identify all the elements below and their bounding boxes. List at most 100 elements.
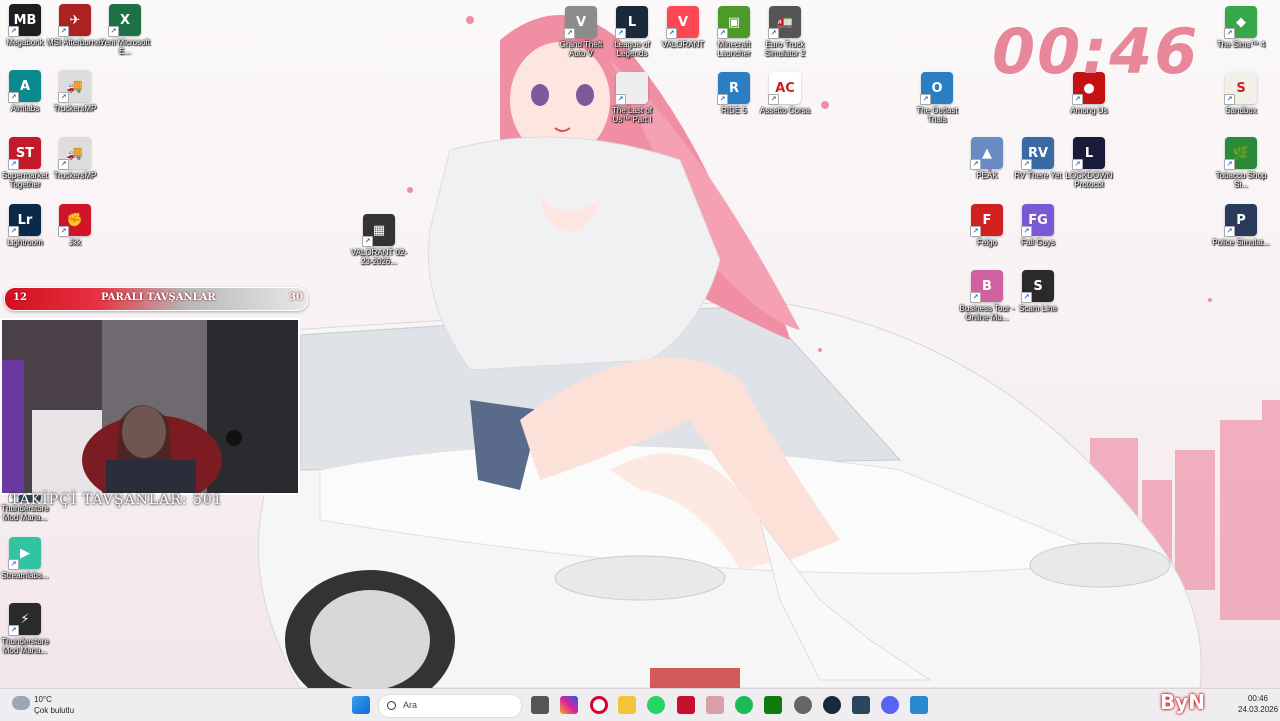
steam-icon[interactable] — [823, 696, 841, 714]
business-tour-icon: B ↗ — [970, 270, 1003, 303]
shortcut-arrow-icon: ↗ — [108, 26, 119, 37]
gta5-glyph: V — [575, 14, 587, 30]
streamlabs-icon: ▶ ↗ — [8, 537, 41, 570]
desktop-icon-assetto[interactable]: AC ↗ Assetto Corsa — [756, 72, 814, 115]
desktop-icon-label: VALORANT — [661, 40, 705, 49]
desktop-icon-sims4[interactable]: ◆ ↗ The Sims™ 4 — [1212, 6, 1270, 49]
weather-widget[interactable]: 10°C Çok bulutlu — [10, 693, 100, 717]
shortcut-arrow-icon: ↗ — [1021, 159, 1032, 170]
desktop-icon-label: PEAK — [976, 171, 998, 180]
desktop-icon-tobacco[interactable]: 🌿 ↗ Tobacco Shop Si... — [1212, 137, 1270, 189]
desktop-icon-excel[interactable]: X ↗ Yeni Microsoft E... — [96, 4, 154, 56]
desktop-icon-trucker-mp-2[interactable]: 🚚 ↗ TruckersMP — [46, 137, 104, 180]
desktop-icon-minecraft[interactable]: ▣ ↗ Minecraft Launcher — [705, 6, 763, 58]
weather-desc: Çok bulutlu — [34, 706, 75, 715]
desktop-icon-ets2[interactable]: 🚛 ↗ Euro Truck Simulator 2 — [756, 6, 814, 58]
valorant-icon: V ↗ — [666, 6, 699, 39]
peak-glyph: ▲ — [982, 145, 992, 161]
desktop-icon-trucker-mp-1[interactable]: 🚚 ↗ TruckersMP — [46, 70, 104, 113]
desktop-icon-fall-guys[interactable]: FG ↗ Fall Guys — [1009, 204, 1067, 247]
felgo-icon: F ↗ — [970, 204, 1003, 237]
desktop-icon-sandbox[interactable]: S ↗ Sandbox — [1212, 72, 1270, 115]
tray-clock[interactable]: 00:46 24.03.2026 — [1238, 693, 1278, 715]
file-explorer-icon[interactable] — [618, 696, 636, 714]
thunderstore-2-glyph: ⚡ — [20, 611, 30, 627]
desktop-icon-felgo[interactable]: F ↗ Felgo — [958, 204, 1016, 247]
desktop-icon-label: RV There Yet — [1014, 171, 1062, 180]
shortcut-arrow-icon: ↗ — [717, 28, 728, 39]
ride5-glyph: R — [728, 80, 739, 96]
desktop-icon-peak[interactable]: ▲ ↗ PEAK — [958, 137, 1016, 180]
windows-start-button[interactable] — [352, 696, 370, 714]
shortcut-arrow-icon: ↗ — [8, 559, 19, 570]
desktop-icon-scam-line[interactable]: S ↗ Scam Line — [1009, 270, 1067, 313]
tray-time: 00:46 — [1247, 694, 1269, 703]
desktop-icon-streamlabs[interactable]: ▶ ↗ Streamlabs... — [0, 537, 54, 580]
task-view-button[interactable] — [531, 696, 549, 714]
photo-editor-icon[interactable] — [910, 696, 928, 714]
thunderstore-2-icon: ⚡ ↗ — [8, 603, 41, 636]
taskbar: 10°C Çok bulutlu Ara 00:46 24.03.2026 — [0, 688, 1280, 721]
search-placeholder: Ara — [403, 700, 418, 710]
lockdown-glyph: L — [1084, 145, 1094, 161]
lightroom-icon: Lr ↗ — [8, 204, 41, 237]
peak-icon: ▲ ↗ — [970, 137, 1003, 170]
spotify-icon[interactable] — [735, 696, 753, 714]
shortcut-arrow-icon: ↗ — [1224, 94, 1235, 105]
ride5-icon: R ↗ — [717, 72, 750, 105]
desktop-icon-lol[interactable]: L ↗ League of Legends — [603, 6, 661, 58]
desktop-icon-jkk[interactable]: ✊ ↗ Jkk — [46, 204, 104, 247]
whatsapp-icon[interactable] — [647, 696, 665, 714]
opera-icon[interactable] — [590, 696, 608, 714]
desktop-icon-label: TruckersMP — [53, 171, 97, 180]
shortcut-arrow-icon: ↗ — [8, 625, 19, 636]
shortcut-arrow-icon: ↗ — [970, 159, 981, 170]
desktop-icon-thunderstore-2[interactable]: ⚡ ↗ Thunderstore Mod Mana... — [0, 603, 54, 655]
search-box[interactable]: Ara — [378, 694, 522, 718]
desktop-icon-label: The Sims™ 4 — [1216, 40, 1266, 49]
shortcut-arrow-icon: ↗ — [615, 28, 626, 39]
police-sim-glyph: P — [1236, 212, 1246, 228]
desktop-icon-label: LOCKDOWN Protocol — [1065, 171, 1113, 189]
aimlab-glyph: A — [19, 78, 31, 94]
instagram-icon[interactable] — [560, 696, 578, 714]
rv-there-icon: RV ↗ — [1021, 137, 1054, 170]
last-of-us-icon: ↗ — [615, 72, 648, 105]
trucker-mp-2-glyph: 🚚 — [66, 145, 84, 161]
desktop-icon-last-of-us[interactable]: ↗ The Last of Us™ Part I — [603, 72, 661, 124]
trucker-mp-1-icon: 🚚 ↗ — [58, 70, 91, 103]
desktop-icon-gta5[interactable]: V ↗ Grand Theft Auto V — [552, 6, 610, 58]
valorant-video-icon: ▦ ↗ — [362, 214, 395, 247]
jkk-glyph: ✊ — [66, 212, 84, 228]
desktop-icon-police-sim[interactable]: P ↗ Police Simulat... — [1212, 204, 1270, 247]
discord-icon[interactable] — [881, 696, 899, 714]
desktop-icon-valorant[interactable]: V ↗ VALORANT — [654, 6, 712, 49]
desktop-icon-label: Minecraft Launcher — [717, 40, 751, 58]
chrome-icon[interactable] — [794, 696, 812, 714]
jkk-icon: ✊ ↗ — [58, 204, 91, 237]
desktop-icon-label: The Outlast Trials — [916, 106, 958, 124]
desktop-icon-label: Among Us — [1070, 106, 1108, 115]
follower-counter: TAKİPÇİ TAVŞANLAR: 501 — [10, 492, 223, 508]
desktop-icon-label: Felgo — [976, 238, 997, 247]
outlast-glyph: O — [931, 80, 943, 96]
valorant-glyph: V — [677, 14, 689, 30]
desktop-icon-outlast[interactable]: O ↗ The Outlast Trials — [908, 72, 966, 124]
desktop-icon-valorant-video[interactable]: ▦ ↗ VALORANT 02-23-2026... — [350, 214, 408, 266]
tray-date: 24.03.2026 — [1238, 705, 1279, 714]
lol-icon: L ↗ — [615, 6, 648, 39]
stream-bunny-goal-bar: 12 PARALI TAVŞANLAR 30 — [4, 287, 308, 311]
photos-icon[interactable] — [706, 696, 724, 714]
xbox-icon[interactable] — [764, 696, 782, 714]
desktop-icon-ride5[interactable]: R ↗ RIDE 5 — [705, 72, 763, 115]
tobacco-glyph: 🌿 — [1232, 145, 1250, 161]
epic-icon[interactable] — [852, 696, 870, 714]
desktop-icon-lockdown[interactable]: L ↗ LOCKDOWN Protocol — [1060, 137, 1118, 189]
shortcut-arrow-icon: ↗ — [768, 28, 779, 39]
desktop-icon-business-tour[interactable]: B ↗ Business Tour - Online Mu... — [958, 270, 1016, 322]
sandbox-icon: S ↗ — [1224, 72, 1257, 105]
desktop-icon-rv-there[interactable]: RV ↗ RV There Yet — [1009, 137, 1067, 180]
app-icon[interactable] — [677, 696, 695, 714]
shortcut-arrow-icon: ↗ — [970, 226, 981, 237]
gta5-icon: V ↗ — [564, 6, 597, 39]
